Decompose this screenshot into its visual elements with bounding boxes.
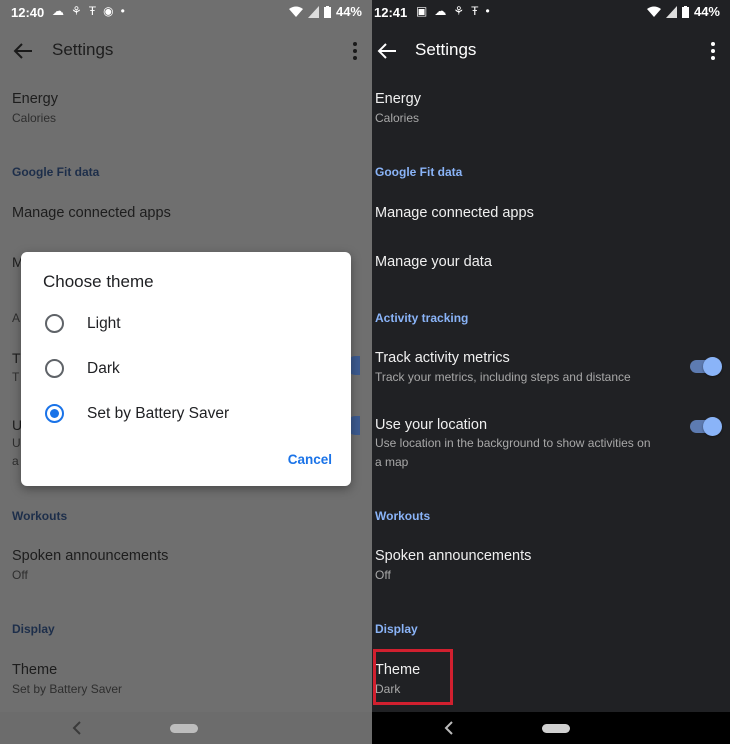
option-label: Set by Battery Saver: [87, 405, 230, 422]
signal-icon: [307, 5, 319, 18]
cancel-button[interactable]: Cancel: [288, 452, 332, 467]
wifi-icon: [288, 6, 303, 17]
theme-highlight-box: [373, 649, 453, 705]
dot-icon: •: [485, 4, 490, 18]
page-title: Settings: [52, 40, 114, 59]
system-icons: 44%: [288, 4, 362, 19]
more-vert-icon[interactable]: [348, 41, 362, 61]
battery-icon: [681, 5, 689, 18]
manage-your-data[interactable]: Manage your data: [375, 254, 492, 270]
section-workouts: Workouts: [375, 509, 431, 523]
section-display: Display: [12, 622, 55, 636]
notification-icons: ☁ ⚘ Ŧ ◉ •: [52, 4, 125, 18]
battery-level: 44%: [335, 4, 362, 19]
news-icon: Ŧ: [471, 4, 479, 18]
track-activity-title[interactable]: Track activity metrics: [375, 350, 510, 366]
toggle-thumb: [703, 417, 722, 436]
right-phone-screen: 12:41 ▣ ☁ ⚘ Ŧ • 44% Settings Energy Calo…: [372, 0, 730, 744]
navigation-bar: [372, 712, 730, 744]
page-title: Settings: [415, 40, 477, 59]
radio-button[interactable]: [45, 314, 64, 333]
radio-button-selected[interactable]: [45, 404, 64, 423]
signal-icon: [665, 5, 677, 18]
option-label: Light: [87, 315, 121, 332]
status-time: 12:40: [11, 5, 45, 20]
dot-icon: •: [120, 4, 125, 18]
partial-text: A: [12, 311, 21, 325]
status-bar: 12:41 ▣ ☁ ⚘ Ŧ • 44%: [372, 0, 730, 26]
use-location-title[interactable]: Use your location: [375, 417, 487, 433]
option-label: Dark: [87, 360, 120, 377]
theme-option-light[interactable]: Light: [41, 309, 341, 339]
energy-subtitle: Calories: [12, 111, 57, 125]
theme-title[interactable]: Theme: [12, 662, 57, 678]
choose-theme-dialog: Choose theme Light Dark Set by Battery S…: [21, 252, 351, 486]
radio-button[interactable]: [45, 359, 64, 378]
wifi-icon: [646, 6, 661, 17]
navigation-bar: [0, 712, 372, 744]
battery-icon: [323, 5, 331, 18]
use-location-subtitle: Use location in the background to show a…: [375, 436, 651, 450]
comparison-screens: 12:40 ☁ ⚘ Ŧ ◉ • 44% Settings Energy Calo…: [0, 0, 730, 744]
section-workouts: Workouts: [12, 509, 68, 523]
nav-back-icon[interactable]: [442, 720, 456, 736]
battery-level: 44%: [693, 4, 720, 19]
theme-option-battery-saver[interactable]: Set by Battery Saver: [41, 399, 341, 429]
use-location-subtitle-2: a map: [375, 455, 409, 469]
chat-icon: ☁: [434, 4, 447, 18]
section-display: Display: [375, 622, 418, 636]
system-icons: 44%: [646, 4, 720, 19]
manage-connected-apps[interactable]: Manage connected apps: [375, 205, 534, 221]
app-bar: Settings: [372, 34, 730, 68]
dialog-title: Choose theme: [43, 272, 154, 291]
back-arrow-icon[interactable]: [12, 40, 34, 62]
nav-back-icon[interactable]: [70, 720, 84, 736]
status-time: 12:41: [374, 5, 408, 20]
energy-title[interactable]: Energy: [375, 91, 421, 107]
energy-subtitle: Calories: [375, 111, 420, 125]
left-phone-screen: 12:40 ☁ ⚘ Ŧ ◉ • 44% Settings Energy Calo…: [0, 0, 372, 744]
news-icon: Ŧ: [88, 4, 97, 18]
energy-title[interactable]: Energy: [12, 91, 58, 107]
track-activity-subtitle: Track your metrics, including steps and …: [375, 370, 631, 384]
nav-home-pill[interactable]: [542, 724, 570, 733]
chat-icon: ☁: [52, 4, 64, 18]
theme-option-dark[interactable]: Dark: [41, 354, 341, 384]
track-activity-toggle[interactable]: [688, 356, 722, 376]
section-google-fit: Google Fit data: [12, 165, 100, 179]
nav-home-pill[interactable]: [170, 724, 198, 733]
activity-icon: ⚘: [71, 4, 82, 18]
partial-text: T: [12, 350, 21, 366]
back-arrow-icon[interactable]: [376, 40, 398, 62]
more-vert-icon[interactable]: [706, 41, 720, 61]
toggle-thumb: [703, 357, 722, 376]
section-google-fit: Google Fit data: [375, 165, 463, 179]
spoken-announcements-subtitle: Off: [375, 568, 391, 582]
partial-text: U: [12, 436, 21, 450]
image-icon: ▣: [416, 4, 428, 18]
manage-connected-apps[interactable]: Manage connected apps: [12, 205, 171, 221]
theme-subtitle: Set by Battery Saver: [12, 682, 123, 696]
spoken-announcements-subtitle: Off: [12, 568, 28, 582]
sync-icon: ◉: [103, 4, 114, 18]
spoken-announcements-title[interactable]: Spoken announcements: [12, 548, 168, 564]
partial-text: a: [12, 454, 19, 468]
section-activity-tracking: Activity tracking: [375, 311, 469, 325]
spoken-announcements-title[interactable]: Spoken announcements: [375, 548, 531, 564]
app-bar: Settings: [0, 34, 372, 68]
notification-icons: ▣ ☁ ⚘ Ŧ •: [416, 4, 490, 18]
status-bar: 12:40 ☁ ⚘ Ŧ ◉ • 44%: [0, 0, 372, 26]
partial-text: T: [12, 370, 20, 384]
activity-icon: ⚘: [453, 4, 465, 18]
use-location-toggle[interactable]: [688, 416, 722, 436]
